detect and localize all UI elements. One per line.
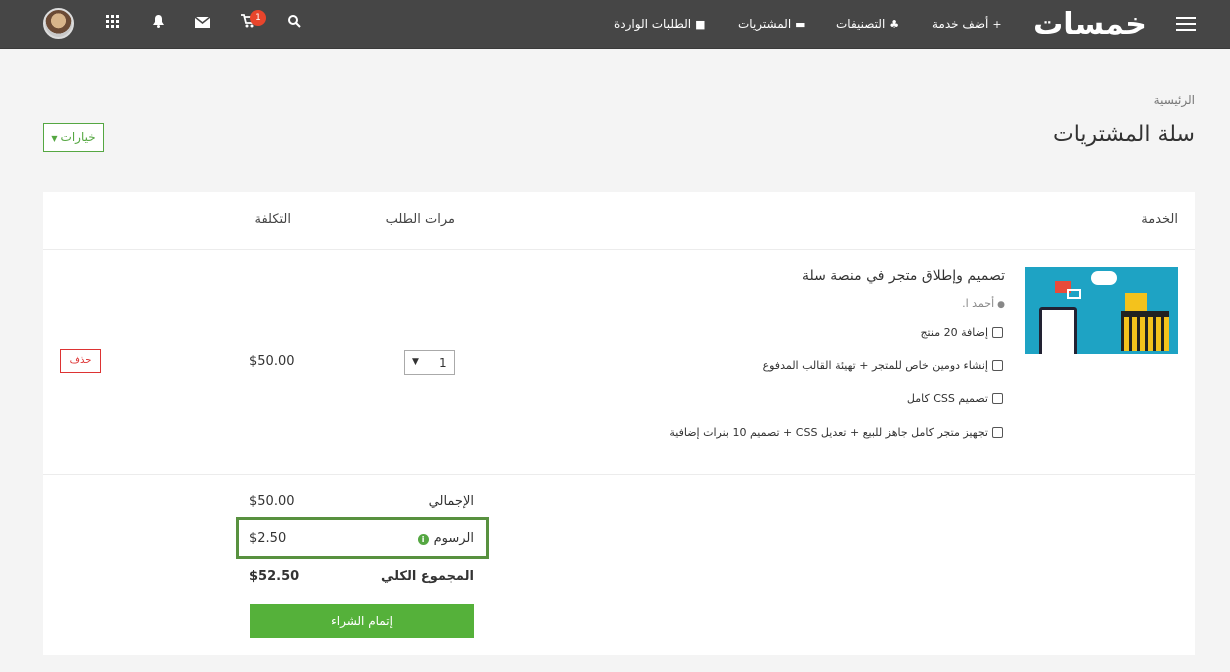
checkout-button[interactable]: إتمام الشراء xyxy=(250,604,474,638)
service-thumbnail[interactable] xyxy=(1025,267,1178,354)
bell-icon[interactable] xyxy=(148,14,168,34)
subtotal-label: الإجمالي xyxy=(428,494,474,509)
nav-categories[interactable]: ♣التصنيفات xyxy=(836,14,899,34)
cart-count-badge: 1 xyxy=(250,10,266,26)
nav-add-service[interactable]: +أضف خدمة xyxy=(932,14,1002,34)
logo-text: خمسات xyxy=(1033,7,1147,42)
addon-checkbox[interactable] xyxy=(992,427,1003,438)
nav-incoming-orders[interactable]: ■الطلبات الواردة xyxy=(614,14,706,34)
site-logo[interactable]: خمسات xyxy=(1028,7,1152,43)
quantity-value: 1 xyxy=(439,356,447,370)
breadcrumb[interactable]: الرئيسية xyxy=(1100,93,1195,107)
total-value: $52.50 xyxy=(249,569,300,584)
fees-label: الرسومi xyxy=(354,531,474,546)
search-icon[interactable] xyxy=(284,14,304,34)
menu-icon[interactable] xyxy=(1176,17,1196,32)
fees-value: $2.50 xyxy=(249,531,287,546)
page-title: سلة المشتريات xyxy=(1053,122,1195,147)
delete-button[interactable]: حذف xyxy=(60,349,101,373)
header-cost: التكلفة xyxy=(254,212,291,227)
folder-icon: ▬ xyxy=(795,18,806,31)
top-navbar: خمسات +أضف خدمة ♣التصنيفات ▬المشتريات ■ا… xyxy=(0,0,1230,49)
subtotal-value: $50.00 xyxy=(249,494,295,509)
header-service: الخدمة xyxy=(1141,212,1178,227)
truck-icon: ■ xyxy=(695,18,706,31)
total-label: المجموع الكلي xyxy=(380,569,474,584)
user-avatar[interactable] xyxy=(43,8,74,39)
addon-item[interactable]: تصميم CSS كامل xyxy=(543,392,1003,405)
addon-checkbox[interactable] xyxy=(992,360,1003,371)
addon-checkbox[interactable] xyxy=(992,393,1003,404)
plus-icon: + xyxy=(992,18,1002,31)
options-dropdown-button[interactable]: خيارات▼ xyxy=(43,123,104,152)
quantity-select[interactable]: 1 ▼ xyxy=(404,350,455,375)
cart-table: الخدمة مرات الطلب التكلفة تصميم وإطلاق م… xyxy=(43,192,1195,655)
caret-down-icon: ▼ xyxy=(51,134,58,143)
envelope-icon[interactable] xyxy=(192,14,212,34)
item-price: $50.00 xyxy=(249,354,295,369)
user-icon: ● xyxy=(997,300,1005,310)
addon-item[interactable]: تجهيز متجر كامل جاهز للبيع + تعديل CSS +… xyxy=(543,426,1003,439)
apps-grid-icon[interactable] xyxy=(102,14,122,34)
seller-name[interactable]: ●أحمد ا. xyxy=(843,297,1005,310)
addon-item[interactable]: إضافة 20 منتج xyxy=(543,326,1003,339)
cubes-icon: ♣ xyxy=(889,18,900,31)
addon-item[interactable]: إنشاء دومين خاص للمتجر + تهيئة القالب ال… xyxy=(543,359,1003,372)
divider xyxy=(43,474,1195,475)
caret-down-icon: ▼ xyxy=(412,357,419,367)
addon-checkbox[interactable] xyxy=(992,327,1003,338)
info-icon[interactable]: i xyxy=(417,534,429,545)
nav-purchases[interactable]: ▬المشتريات xyxy=(738,14,806,34)
header-quantity: مرات الطلب xyxy=(385,212,455,227)
service-title-link[interactable]: تصميم وإطلاق متجر في منصة سلة xyxy=(643,268,1005,284)
divider xyxy=(43,249,1195,250)
